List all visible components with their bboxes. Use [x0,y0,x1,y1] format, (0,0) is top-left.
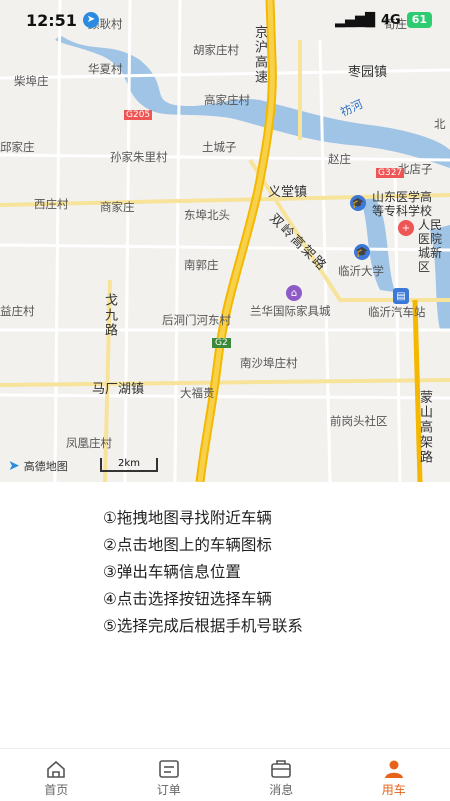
school-icon[interactable]: 🎓 [350,195,366,211]
map-place: 胡家庄村 [193,42,239,58]
map-place: 赵庄 [328,151,351,167]
road-shield: G2 [212,338,231,348]
map-place: 益庄村 [0,303,35,319]
network-label: 4G [381,13,401,28]
road-label: 蒙山高架路 [415,390,434,465]
map-view[interactable]: 颜耿村 胡家庄村 柴埠庄 华夏村 枣园镇 高家庄村 祊河 邱家庄 孙家朱里村 土… [0,0,450,482]
map-place: 华夏村 [88,61,123,77]
hospital-icon[interactable]: + [398,220,414,236]
user-car-icon [383,759,405,779]
map-place: 后洞门河东村 [162,312,231,328]
tab-label: 用车 [382,781,406,798]
road-shield: G327 [376,168,404,178]
instruction-item: ⑤选择完成后根据手机号联系 [103,613,423,640]
location-arrow-icon: ➤ [83,12,99,28]
amap-plane-icon: ➤ [8,458,20,474]
tab-bar: 首页 订单 消息 用车 [0,748,450,801]
map-place: 北 [434,116,446,132]
map-place: 前岗头社区 [330,413,388,429]
map-place: 兰华国际家具城 [250,303,331,319]
map-scale: 2km [100,458,158,472]
map-place: 大福贵 [180,385,215,401]
shopping-icon[interactable]: ⌂ [286,285,302,301]
tab-home[interactable]: 首页 [0,749,113,801]
map-place: 西庄村 [34,196,69,212]
status-bar: 12:51 ➤ ▂▄▆█ 4G 61 [0,0,450,40]
map-place: 临沂大学 [338,263,384,279]
tab-messages[interactable]: 消息 [225,749,338,801]
home-icon [45,759,67,779]
battery-icon: 61 [407,12,432,28]
university-icon[interactable]: 🎓 [354,244,370,260]
instructions-list: ①拖拽地图寻找附近车辆 ②点击地图上的车辆图标 ③弹出车辆信息位置 ④点击选择按… [103,505,423,640]
map-place: 马厂湖镇 [92,378,144,397]
poi-label: 山东医学高等专科学校 [372,190,442,218]
status-right: ▂▄▆█ 4G 61 [335,12,432,28]
map-place: 枣园镇 [348,61,387,80]
map-place: 临沂汽车站 [368,304,426,320]
instruction-item: ①拖拽地图寻找附近车辆 [103,505,423,532]
map-place: 柴埠庄 [14,73,49,89]
instruction-item: ④点击选择按钮选择车辆 [103,586,423,613]
status-time-wrap: 12:51 ➤ [26,11,99,30]
signal-icon: ▂▄▆█ [335,13,375,28]
map-place: 南沙埠庄村 [240,355,298,371]
map-place: 土城子 [202,139,237,155]
order-icon [158,759,180,779]
instruction-item: ③弹出车辆信息位置 [103,559,423,586]
map-place: 孙家朱里村 [110,149,168,165]
message-icon [270,759,292,779]
instruction-item: ②点击地图上的车辆图标 [103,532,423,559]
tab-label: 消息 [269,781,293,798]
map-place: 东埠北头 [184,207,230,223]
status-time: 12:51 [26,11,77,30]
tab-orders[interactable]: 订单 [113,749,226,801]
map-place: 凤凰庄村 [66,435,112,451]
amap-label: 高德地图 [24,458,68,474]
road-label: 戈九路 [100,293,119,338]
tab-label: 首页 [44,781,68,798]
bus-station-icon[interactable]: ▤ [393,288,409,304]
poi-label: 人民医院城新区 [418,218,450,274]
map-place: 商家庄 [100,199,135,215]
map-place: 邱家庄 [0,139,35,155]
tab-use-car[interactable]: 用车 [338,749,450,801]
amap-logo: ➤ 高德地图 [8,458,68,474]
road-shield: G205 [124,110,152,120]
map-place: 高家庄村 [204,92,250,108]
tab-label: 订单 [157,781,181,798]
map-place: 义堂镇 [268,181,307,200]
map-place: 南郭庄 [184,257,219,273]
